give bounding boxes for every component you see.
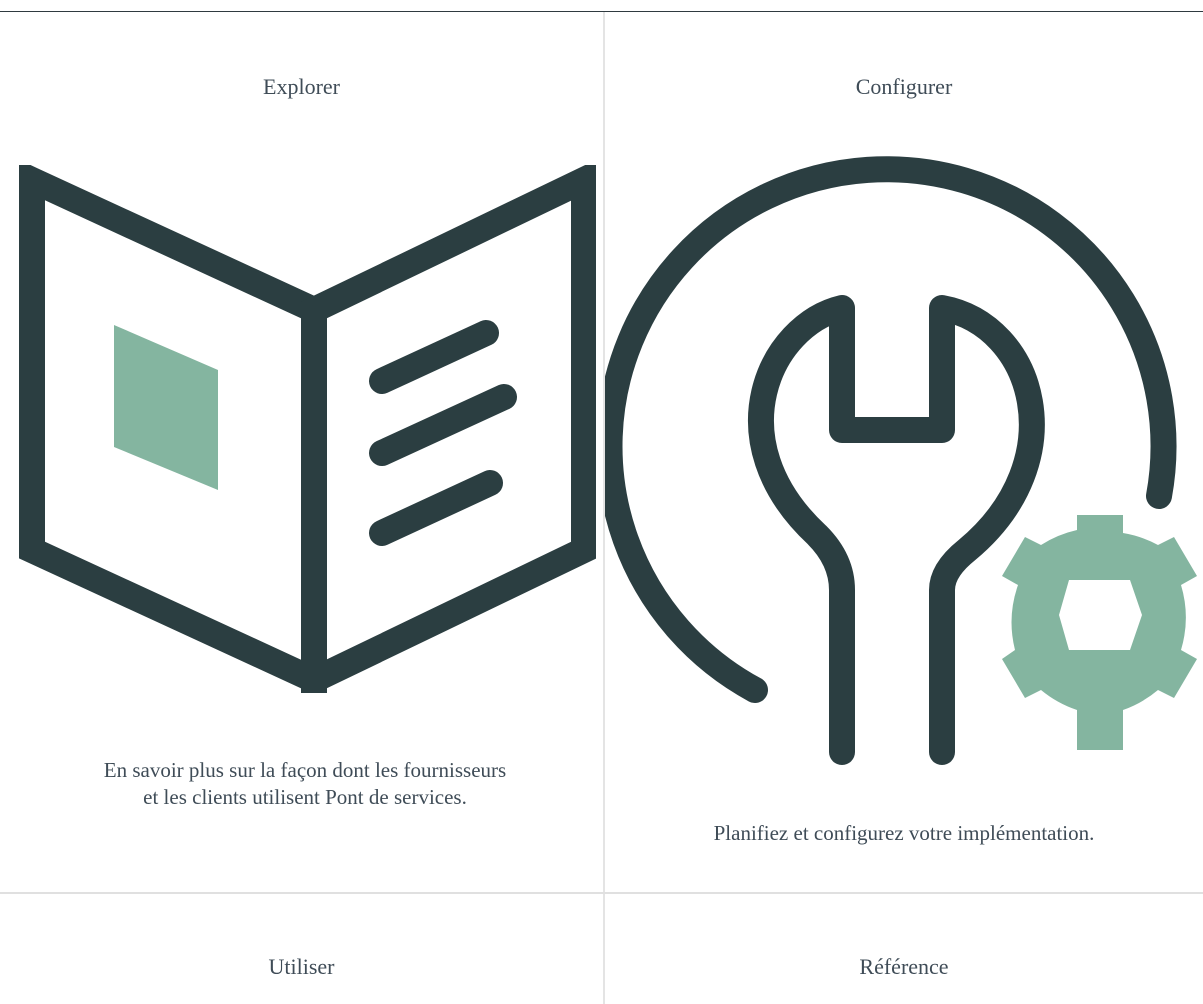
card-configurer-title[interactable]: Configurer	[605, 74, 1203, 100]
row-divider	[0, 892, 1203, 894]
card-reference-title[interactable]: Référence	[605, 954, 1203, 980]
open-book-icon	[19, 165, 596, 693]
wrench-gear-icon	[605, 156, 1197, 765]
card-explorer-description-line2: et les clients utilisent Pont de service…	[143, 785, 467, 809]
top-rule	[0, 11, 1203, 12]
page: Explorer En savoir plus sur la façon don…	[0, 0, 1203, 1004]
card-explorer-title[interactable]: Explorer	[0, 74, 603, 100]
card-explorer-description-line1: En savoir plus sur la façon dont les fou…	[103, 758, 507, 782]
card-configurer-description: Planifiez et configurez votre implémenta…	[713, 821, 1095, 845]
card-utiliser-title[interactable]: Utiliser	[0, 954, 603, 980]
card-explorer-description: En savoir plus sur la façon dont les fou…	[0, 757, 610, 811]
